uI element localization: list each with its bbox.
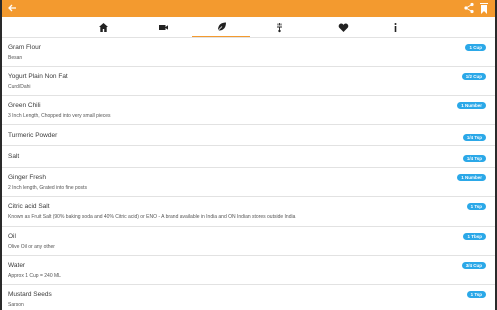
quantity-badge: 3/4 Cup	[461, 262, 486, 269]
quantity-badge: 1/4 Tsp	[462, 134, 486, 141]
tab-video[interactable]	[134, 17, 192, 37]
tab-bar	[2, 17, 495, 37]
app-frame: Gram Flour Besan 1 Cup Yogurt Plain Non …	[0, 0, 497, 310]
video-camera-icon	[158, 24, 168, 30]
home-icon	[98, 22, 108, 32]
ingredient-description: Approx 1 Cup = 240 ML	[8, 273, 61, 279]
app-bar	[2, 0, 495, 17]
ingredient-description: 2 Inch length, Grated into fine posts	[8, 185, 87, 191]
ingredient-name: Salt	[8, 153, 20, 160]
ingredient-row[interactable]: Yogurt Plain Non Fat Curd/Dahi 1/2 Cup	[2, 66, 495, 95]
tab-favorite[interactable]	[314, 17, 372, 37]
ingredient-name: Ginger Fresh	[8, 174, 46, 181]
quantity-badge: 1 Cup	[465, 44, 486, 51]
ingredient-description: Sarson	[8, 302, 24, 308]
ingredient-name: Water	[8, 262, 26, 269]
ingredient-row[interactable]: Oil Olive Oil or any other 1 Tbsp	[2, 226, 495, 255]
tab-ingredients[interactable]	[192, 17, 250, 37]
quantity-badge: 1 Tsp	[466, 291, 486, 298]
ingredient-name: Turmeric Powder	[8, 132, 58, 139]
ingredient-row[interactable]: Gram Flour Besan 1 Cup	[2, 37, 495, 66]
ingredient-row[interactable]: Citric acid Salt Known as Fruit Salt (90…	[2, 196, 495, 226]
ingredient-row[interactable]: Green Chili 3 Inch Length, Chopped into …	[2, 95, 495, 124]
quantity-badge: 1 Tbsp	[463, 233, 486, 240]
quantity-badge: 1 Tsp	[466, 203, 486, 210]
arrow-left-icon[interactable]	[5, 1, 19, 15]
leaf-icon	[216, 22, 226, 32]
quantity-badge: 1/2 Cup	[461, 73, 486, 80]
ingredient-description: Olive Oil or any other	[8, 244, 55, 250]
tab-home[interactable]	[74, 17, 132, 37]
ingredient-name: Oil	[8, 233, 16, 240]
ingredient-row[interactable]: Water Approx 1 Cup = 240 ML 3/4 Cup	[2, 255, 495, 284]
ingredient-name: Gram Flour	[8, 44, 41, 51]
ingredient-list: Gram Flour Besan 1 Cup Yogurt Plain Non …	[2, 37, 495, 310]
bookmark-icon[interactable]	[479, 2, 489, 15]
info-icon	[394, 22, 396, 32]
ingredient-name: Yogurt Plain Non Fat	[8, 73, 68, 80]
ingredient-row[interactable]: Salt 1/4 Tsp	[2, 145, 495, 167]
share-icon[interactable]	[463, 2, 475, 14]
ingredient-name: Mustard Seeds	[8, 291, 52, 298]
ingredient-row[interactable]: Ginger Fresh 2 Inch length, Grated into …	[2, 167, 495, 196]
tab-steps[interactable]	[250, 17, 308, 37]
quantity-badge: 1 Number	[457, 174, 486, 181]
quantity-badge: 1 Number	[457, 102, 486, 109]
ingredient-name: Citric acid Salt	[8, 203, 50, 210]
quantity-badge: 1/4 Tsp	[462, 155, 486, 162]
ingredient-row[interactable]: Mustard Seeds Sarson 1 Tsp	[2, 284, 495, 310]
tab-info[interactable]	[366, 17, 424, 37]
heart-icon	[338, 23, 348, 32]
ingredient-description: Besan	[8, 55, 23, 61]
ingredient-row[interactable]: Turmeric Powder 1/4 Tsp	[2, 124, 495, 145]
ingredient-description: Curd/Dahi	[8, 84, 31, 90]
ingredient-name: Green Chili	[8, 102, 41, 109]
ingredient-description: 3 Inch Length, Chopped into very small p…	[8, 113, 111, 119]
ingredient-description: Known as Fruit Salt (90% baking soda and…	[8, 214, 296, 220]
chef-icon	[276, 22, 282, 32]
